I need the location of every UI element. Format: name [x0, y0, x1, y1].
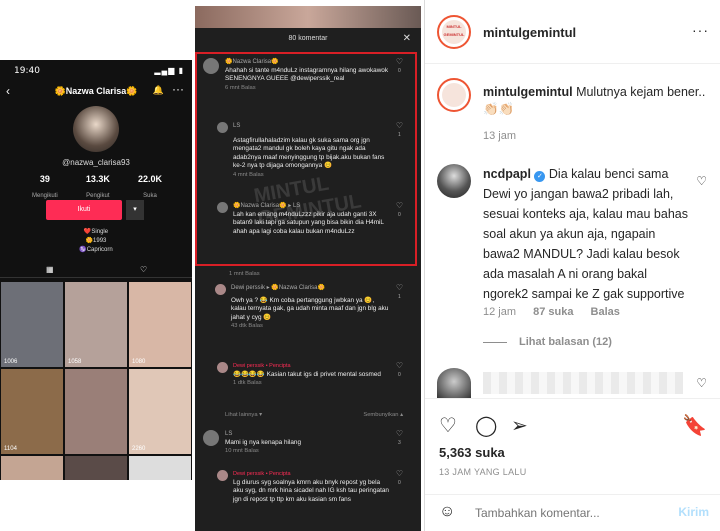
- post-actions: ♡ ◯ ➢ 🔖 5,363 suka 13 JAM YANG LALU: [425, 398, 720, 494]
- tiktok-avatar: [73, 106, 119, 152]
- comment-time: 12 jam: [483, 306, 517, 318]
- comment-item: ♡: [437, 368, 717, 398]
- heart-icon: ♡ 1: [395, 283, 403, 300]
- like-heart-icon[interactable]: ♡: [439, 413, 457, 438]
- reply-button[interactable]: Balas: [591, 306, 620, 318]
- likes-count[interactable]: 5,363 suka: [439, 445, 505, 460]
- caption-username[interactable]: mintulgemintul: [483, 85, 573, 99]
- comment-likes[interactable]: 87 suka: [533, 306, 573, 318]
- avatar: [203, 430, 219, 446]
- tiktok-handle: @nazwa_clarisa93: [62, 158, 130, 167]
- post-comment-button[interactable]: Kirim: [678, 505, 709, 519]
- comment-input-row: ☺ Kirim: [425, 494, 720, 531]
- heart-icon: ♡ 0: [395, 57, 403, 74]
- post-image: 19:40 ▂▄▆ ▮ ‹ 🌼Nazwa Clarisa🌼 🔔 ··· @naz…: [0, 0, 424, 531]
- video-thumbnail: [1, 456, 63, 480]
- bell-icon: 🔔: [152, 85, 164, 95]
- avatar: [217, 362, 228, 373]
- comment-item: 🌼Nazwa Clarisa🌼 Ahahah si tante m4nduLz …: [203, 57, 403, 114]
- caption-text: mintulgemintul Mulutnya kejam bener.. 👏🏻…: [483, 85, 706, 116]
- avatar: [215, 284, 226, 295]
- share-icon[interactable]: ➢: [511, 413, 528, 438]
- status-time: 19:40: [14, 66, 40, 76]
- blurred-comment: [483, 372, 683, 394]
- caption-time: 13 jam: [483, 130, 517, 142]
- video-thumbnail: 1104: [1, 369, 63, 454]
- tiktok-video-grid: 1006 1058 1080 1104 2260: [1, 282, 191, 480]
- avatar: [203, 58, 219, 74]
- video-thumbnail: [129, 456, 191, 480]
- comment-toggle-row: Lihat lainnya ▾ Sembunyikan ▴: [225, 412, 403, 418]
- video-thumbnail: 2260: [129, 369, 191, 454]
- more-options-icon[interactable]: ···: [692, 22, 709, 38]
- tiktok-tabs: ▦ ♡: [0, 262, 192, 278]
- heart-icon: ♡ 1: [395, 121, 403, 138]
- heart-icon[interactable]: ♡: [696, 376, 707, 390]
- close-icon: ✕: [402, 33, 411, 44]
- comment-reply: Dewi perssik • Pencipta Lg diurus syg so…: [217, 469, 403, 504]
- comment-text: ncdpapl ✓ Dia kalau benci sama Dewi yo j…: [483, 167, 688, 301]
- heart-icon: ♡ 3: [395, 429, 403, 446]
- heart-icon: ♡ 0: [395, 201, 403, 218]
- avatar[interactable]: [437, 164, 471, 198]
- post-username[interactable]: mintulgemintul: [483, 25, 576, 40]
- comment-input[interactable]: [475, 503, 665, 523]
- comments-header: 80 komentar ✕: [195, 28, 421, 50]
- post-date: 13 JAM YANG LALU: [439, 467, 527, 477]
- tiktok-stats: 39 Mengikuti 13.3K Pengikut 22.0K Suka: [32, 174, 162, 202]
- comment-reply: Dewi perssik ▸ 🌼Nazwa Clarisa🌼 Owh ya ? …: [215, 283, 403, 331]
- heart-icon: ♡: [140, 265, 148, 274]
- tiktok-profile-screenshot: 19:40 ▂▄▆ ▮ ‹ 🌼Nazwa Clarisa🌼 🔔 ··· @naz…: [0, 60, 192, 480]
- tiktok-follow-button: Ikuti: [46, 200, 122, 220]
- heart-icon: ♡ 0: [395, 469, 403, 486]
- comment-meta: 1 mnt Balas: [229, 271, 260, 277]
- heart-icon[interactable]: ♡: [696, 174, 707, 188]
- tiktok-comments-screenshot: 80 komentar ✕ MINTUL GEMINTUL 🌼Nazwa Cla…: [195, 6, 421, 531]
- comment-icon[interactable]: ◯: [475, 413, 497, 438]
- video-thumbnail: 1058: [65, 282, 127, 367]
- avatar: [217, 122, 228, 133]
- verified-icon: ✓: [534, 171, 546, 182]
- stat-followers: 13.3K Pengikut: [85, 174, 110, 199]
- comment-reply: Dewi perssik • Pencipta 😂😂😂😂 Kasian taku…: [217, 361, 403, 388]
- avatar-logo: MINTUL GEMINTUL: [442, 20, 466, 44]
- video-strip: [195, 6, 421, 28]
- heart-icon: ♡ 0: [395, 361, 403, 378]
- avatar: [217, 202, 228, 213]
- instagram-post-panel: MINTUL GEMINTUL mintulgemintul ··· mintu…: [424, 0, 720, 531]
- stat-likes: 22.0K Suka: [137, 174, 162, 199]
- video-thumbnail: 1006: [1, 282, 63, 367]
- comment-reply: LS Astagfirullahaladzim kalau gk suka sa…: [217, 121, 403, 180]
- video-thumbnail: [65, 456, 127, 480]
- tiktok-bio: ❤️Single 🌼1993 ♑Capricorn: [79, 229, 113, 253]
- emoji-icon[interactable]: ☺: [439, 503, 455, 521]
- avatar[interactable]: [437, 78, 471, 112]
- comment-meta: 12 jam 87 suka Balas: [483, 306, 634, 318]
- avatar: [217, 470, 228, 481]
- avatar-logo: [442, 83, 466, 107]
- view-replies-button[interactable]: Lihat balasan (12): [483, 336, 612, 348]
- stat-following: 39 Mengikuti: [32, 174, 58, 199]
- post-header: MINTUL GEMINTUL mintulgemintul ···: [425, 0, 720, 64]
- grid-icon: ▦: [46, 265, 54, 274]
- avatar[interactable]: [437, 368, 471, 398]
- video-thumbnail: 1080: [129, 282, 191, 367]
- comment-reply: 🌼Nazwa Clarisa🌼 ▸ LS Lah kan emang m4ndu…: [217, 201, 403, 236]
- status-icons: ▂▄▆ ▮: [154, 66, 184, 75]
- chevron-down-icon: ▾: [126, 200, 144, 220]
- more-icon: ···: [172, 82, 184, 96]
- avatar[interactable]: MINTUL GEMINTUL: [437, 15, 471, 49]
- comment-item: LS Mami ig nya kenapa hilang 10 mnt Bala…: [203, 429, 403, 456]
- bookmark-icon[interactable]: 🔖: [682, 413, 707, 438]
- caption-emoji: 👏🏻👏🏻: [483, 102, 515, 116]
- tiktok-header: ‹ 🌼Nazwa Clarisa🌼 🔔 ···: [0, 82, 192, 102]
- comment-username[interactable]: ncdpapl: [483, 167, 531, 181]
- video-thumbnail: [65, 369, 127, 454]
